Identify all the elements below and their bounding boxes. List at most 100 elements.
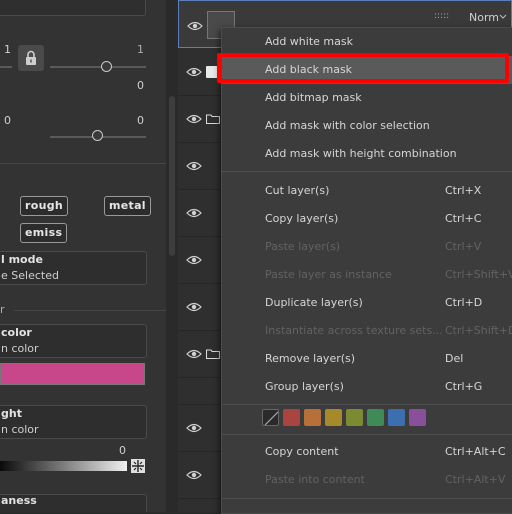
- slider1-handle[interactable]: [101, 61, 112, 72]
- blend-dots: :::::: [434, 11, 450, 21]
- slider1-left-value: 1: [4, 43, 11, 56]
- menu-separator: [222, 404, 512, 405]
- crosshair-icon: [132, 460, 144, 472]
- eye-icon[interactable]: [186, 349, 202, 359]
- menu-item-cut-layers[interactable]: Cut layer(s) Ctrl+X: [222, 177, 512, 205]
- menu-item-add-white-mask[interactable]: Add white mask: [222, 28, 512, 56]
- top-field[interactable]: [0, 0, 146, 16]
- menu-item-shortcut: Ctrl+D: [445, 296, 483, 309]
- menu-item-label: Group layer(s): [265, 380, 344, 393]
- roughness-title: aness: [1, 494, 37, 507]
- mode-value: e Selected: [1, 269, 59, 282]
- menu-item-group-layers[interactable]: Group layer(s) Ctrl+G: [222, 373, 512, 401]
- properties-scrollbar[interactable]: [166, 0, 178, 512]
- eye-icon[interactable]: [186, 423, 202, 433]
- menu-item-shortcut: Ctrl+X: [445, 184, 482, 197]
- color-tag-none[interactable]: [262, 409, 279, 426]
- eye-icon[interactable]: [186, 67, 202, 77]
- chevron-down-icon: [499, 14, 507, 19]
- menu-item-shortcut: Ctrl+Shift+V: [445, 268, 512, 281]
- height-channel-box[interactable]: ght n color: [0, 405, 147, 439]
- slider2-handle[interactable]: [92, 130, 103, 141]
- height-sub: n color: [1, 423, 39, 436]
- color-channel-box[interactable]: color n color: [0, 324, 147, 358]
- menu-item-add-mask-color-selection[interactable]: Add mask with color selection: [222, 112, 512, 140]
- eye-icon[interactable]: [186, 161, 202, 171]
- color-tag-swatch[interactable]: [304, 409, 321, 426]
- lock-icon: [26, 50, 36, 65]
- menu-item-label: Add white mask: [265, 35, 353, 48]
- menu-item-label: Remove layer(s): [265, 352, 356, 365]
- menu-item-duplicate-layers[interactable]: Duplicate layer(s) Ctrl+D: [222, 289, 512, 317]
- eye-icon[interactable]: [186, 255, 202, 265]
- color-swatch[interactable]: [0, 363, 145, 385]
- color-tag-swatch[interactable]: [325, 409, 342, 426]
- mode-title: l mode: [1, 253, 43, 266]
- eye-icon[interactable]: [186, 470, 202, 480]
- color-sub: n color: [1, 342, 39, 355]
- blend-mode-dropdown[interactable]: Norm: [469, 11, 499, 24]
- eye-icon[interactable]: [186, 208, 202, 218]
- folder-icon: [206, 349, 220, 359]
- scrollbar-thumb[interactable]: [169, 96, 175, 256]
- slider2-right-value: 0: [137, 114, 144, 127]
- menu-separator: [222, 498, 512, 499]
- color-tag-row: [222, 407, 512, 431]
- menu-item-copy-content[interactable]: Copy content Ctrl+Alt+C: [222, 438, 512, 466]
- channel-emiss-button[interactable]: emiss: [20, 223, 68, 243]
- menu-item-paste-layer-as-instance: Paste layer as instance Ctrl+Shift+V: [222, 261, 512, 289]
- menu-item-shortcut: Ctrl+V: [445, 240, 482, 253]
- slider2-left-value: 0: [4, 114, 11, 127]
- section-label: r: [0, 303, 5, 316]
- menu-item-label: Add mask with color selection: [265, 119, 430, 132]
- slider1-right-value: 1: [137, 43, 144, 56]
- highlight-box: [217, 53, 509, 83]
- menu-item-shortcut: Ctrl+Shift+D: [445, 324, 512, 337]
- menu-item-label: Cut layer(s): [265, 184, 330, 197]
- channel-metal-button[interactable]: metal: [104, 196, 151, 216]
- menu-item-shortcut: Ctrl+C: [445, 212, 482, 225]
- channel-rough-button[interactable]: rough: [20, 196, 69, 216]
- color-tag-swatch[interactable]: [283, 409, 300, 426]
- color-tag-swatch[interactable]: [388, 409, 405, 426]
- divider: [14, 310, 166, 311]
- eye-icon[interactable]: [186, 302, 202, 312]
- height-picker-button[interactable]: [131, 459, 145, 473]
- menu-item-label: Instantiate across texture sets...: [265, 324, 443, 337]
- height-gradient-slider[interactable]: [0, 461, 127, 471]
- lock-button[interactable]: [18, 45, 44, 71]
- menu-separator: [222, 434, 512, 435]
- slider1-track-left[interactable]: [0, 66, 12, 68]
- menu-item-label: Copy content: [265, 445, 339, 458]
- menu-item-label: Add mask with height combination: [265, 147, 457, 160]
- menu-item-shortcut: Ctrl+Alt+C: [445, 445, 506, 458]
- material-mode-box[interactable]: l mode e Selected: [0, 251, 147, 285]
- slider1-value: 0: [137, 79, 144, 92]
- menu-item-add-bitmap-mask[interactable]: Add bitmap mask: [222, 84, 512, 112]
- color-tag-swatch[interactable]: [346, 409, 363, 426]
- menu-item-copy-layers[interactable]: Copy layer(s) Ctrl+C: [222, 205, 512, 233]
- color-tag-swatch[interactable]: [409, 409, 426, 426]
- menu-item-paste-layers: Paste layer(s) Ctrl+V: [222, 233, 512, 261]
- slider1-track[interactable]: [50, 66, 146, 68]
- color-title: color: [1, 326, 32, 339]
- menu-item-label: Paste layer(s): [265, 240, 341, 253]
- height-value: 0: [119, 444, 126, 457]
- menu-item-label: Duplicate layer(s): [265, 296, 363, 309]
- menu-item-shortcut: Del: [445, 352, 464, 365]
- menu-item-remove-layers[interactable]: Remove layer(s) Del: [222, 345, 512, 373]
- menu-item-add-mask-height-combination[interactable]: Add mask with height combination: [222, 140, 512, 168]
- menu-item-shortcut: Ctrl+G: [445, 380, 483, 393]
- menu-item-instantiate-across-texture-sets: Instantiate across texture sets... Ctrl+S…: [222, 317, 512, 345]
- menu-item-shortcut: Ctrl+Alt+V: [445, 473, 506, 486]
- roughness-channel-box[interactable]: aness: [0, 494, 147, 512]
- menu-item-label: Paste layer as instance: [265, 268, 392, 281]
- layer-context-menu: Add white mask Add black mask Add bitmap…: [221, 27, 512, 514]
- eye-icon[interactable]: [186, 114, 202, 124]
- menu-item-label: Paste into content: [265, 473, 365, 486]
- menu-item-label: Add bitmap mask: [265, 91, 362, 104]
- color-tag-swatch[interactable]: [367, 409, 384, 426]
- folder-icon: [206, 114, 220, 124]
- eye-icon[interactable]: [187, 21, 203, 31]
- height-title: ght: [1, 407, 22, 420]
